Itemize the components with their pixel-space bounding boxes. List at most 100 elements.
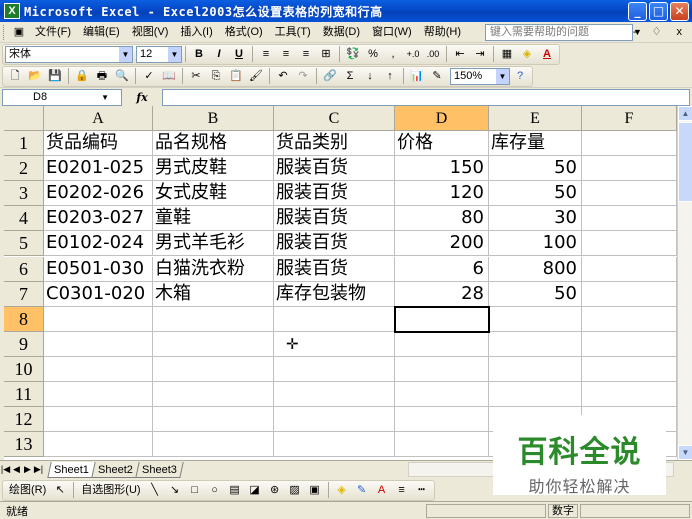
cell-e10[interactable] [489,356,582,382]
minimize-button[interactable]: _ [628,2,647,21]
row-header-2[interactable]: 2 [4,156,44,182]
decrease-decimal-button[interactable]: .00 [424,45,442,63]
decrease-indent-button[interactable]: ⇤ [451,45,469,63]
cell-e6[interactable]: 800 [489,256,582,282]
cell-b8[interactable] [153,306,274,332]
select-all-corner[interactable] [4,106,44,131]
cell-e11[interactable] [489,382,582,408]
comma-button[interactable]: , [384,45,402,63]
cell-a11[interactable] [44,382,153,408]
cell-d3[interactable]: 120 [395,181,489,207]
sort-ascending-icon[interactable]: ↓ [361,67,379,85]
row-header-3[interactable]: 3 [4,181,44,207]
cell-e2[interactable]: 50 [489,156,582,182]
row-header-7[interactable]: 7 [4,281,44,307]
cell-f2[interactable] [582,156,677,182]
chart-wizard-icon[interactable]: 📊 [408,67,426,85]
cell-a5[interactable]: E0102-024 [44,231,153,257]
cell-d6[interactable]: 6 [395,256,489,282]
next-sheet-icon[interactable]: ▶ [22,464,33,475]
cell-a9[interactable] [44,331,153,357]
cell-d12[interactable] [395,407,489,433]
cell-e4[interactable]: 30 [489,206,582,232]
cell-a10[interactable] [44,356,153,382]
align-left-button[interactable]: ≡ [257,45,275,63]
last-sheet-icon[interactable]: ▶| [33,464,44,475]
diagram-icon[interactable]: ⊛ [266,481,284,499]
cell-c4[interactable]: 服装百货 [274,206,395,232]
align-right-button[interactable]: ≡ [297,45,315,63]
paste-icon[interactable]: 📋 [227,67,245,85]
merge-center-button[interactable]: ⊞ [317,45,335,63]
help-search-input[interactable]: 键入需要帮助的问题 [485,24,633,41]
clipart-icon[interactable]: ▨ [286,481,304,499]
cell-d10[interactable] [395,356,489,382]
cell-e8[interactable] [489,306,582,332]
fx-icon[interactable]: fx [122,91,162,104]
undo-icon[interactable]: ↶ [274,67,292,85]
cell-c13[interactable] [274,432,395,458]
document-window-controls[interactable]: - ♢ x [633,25,688,38]
cell-d5[interactable]: 200 [395,231,489,257]
cell-f7[interactable] [582,281,677,307]
currency-icon[interactable]: 💱 [344,45,362,63]
cell-f6[interactable] [582,256,677,282]
redo-icon[interactable]: ↷ [294,67,312,85]
row-header-11[interactable]: 11 [4,382,44,408]
italic-button[interactable]: I [210,45,228,63]
row-header-4[interactable]: 4 [4,206,44,232]
column-header-a[interactable]: A [44,106,153,131]
format-painter-icon[interactable]: 🖌 [247,67,265,85]
font-size-select[interactable]: 12 ▼ [136,45,182,63]
permission-icon[interactable]: 🔒 [73,67,91,85]
align-center-button[interactable]: ≡ [277,45,295,63]
font-color-button[interactable]: A [538,45,556,63]
cell-d8[interactable] [395,306,489,332]
cell-b10[interactable] [153,356,274,382]
arrow-icon[interactable]: ↘ [166,481,184,499]
cell-a1[interactable]: 货品编码 [44,131,153,157]
fill-color-icon[interactable]: ◈ [518,45,536,63]
help-icon[interactable]: ? [511,67,529,85]
print-preview-icon[interactable]: 🔍 [113,67,131,85]
cell-c10[interactable] [274,356,395,382]
zoom-select[interactable]: 150% ▼ [450,67,510,85]
tab-sheet2[interactable]: Sheet2 [91,461,140,478]
vertical-scrollbar[interactable]: ▲ ▼ [677,106,692,460]
cell-d4[interactable]: 80 [395,206,489,232]
picture-icon[interactable]: ▣ [306,481,324,499]
cell-b7[interactable]: 木箱 [153,281,274,307]
menu-format[interactable]: 格式(O) [219,23,269,41]
cell-d7[interactable]: 28 [395,281,489,307]
cell-b1[interactable]: 品名规格 [153,131,274,157]
draw-menu-button[interactable]: 绘图(R) [6,481,49,499]
textbox-icon[interactable]: ▤ [226,481,244,499]
increase-indent-button[interactable]: ⇥ [471,45,489,63]
cell-b13[interactable] [153,432,274,458]
cell-a2[interactable]: E0201-025 [44,156,153,182]
cell-c8[interactable] [274,306,395,332]
cell-b9[interactable] [153,331,274,357]
borders-button[interactable]: ▦ [498,45,516,63]
cell-c5[interactable]: 服装百货 [274,231,395,257]
excel-icon[interactable]: X [4,3,20,19]
menu-window[interactable]: 窗口(W) [366,23,418,41]
cell-f10[interactable] [582,356,677,382]
cell-a8[interactable] [44,306,153,332]
underline-button[interactable]: U [230,45,248,63]
rectangle-icon[interactable]: □ [186,481,204,499]
oval-icon[interactable]: ○ [206,481,224,499]
font-color-icon[interactable]: A [373,481,391,499]
sort-descending-icon[interactable]: ↑ [381,67,399,85]
row-header-10[interactable]: 10 [4,356,44,382]
scroll-down-button[interactable]: ▼ [678,445,692,460]
cell-d11[interactable] [395,382,489,408]
cell-b3[interactable]: 女式皮鞋 [153,181,274,207]
column-header-c[interactable]: C [274,106,395,131]
cell-a3[interactable]: E0202-026 [44,181,153,207]
name-box[interactable]: D8 ▼ [2,88,122,106]
cell-e3[interactable]: 50 [489,181,582,207]
cell-d9[interactable] [395,331,489,357]
tab-sheet3[interactable]: Sheet3 [135,461,184,478]
cell-e7[interactable]: 50 [489,281,582,307]
